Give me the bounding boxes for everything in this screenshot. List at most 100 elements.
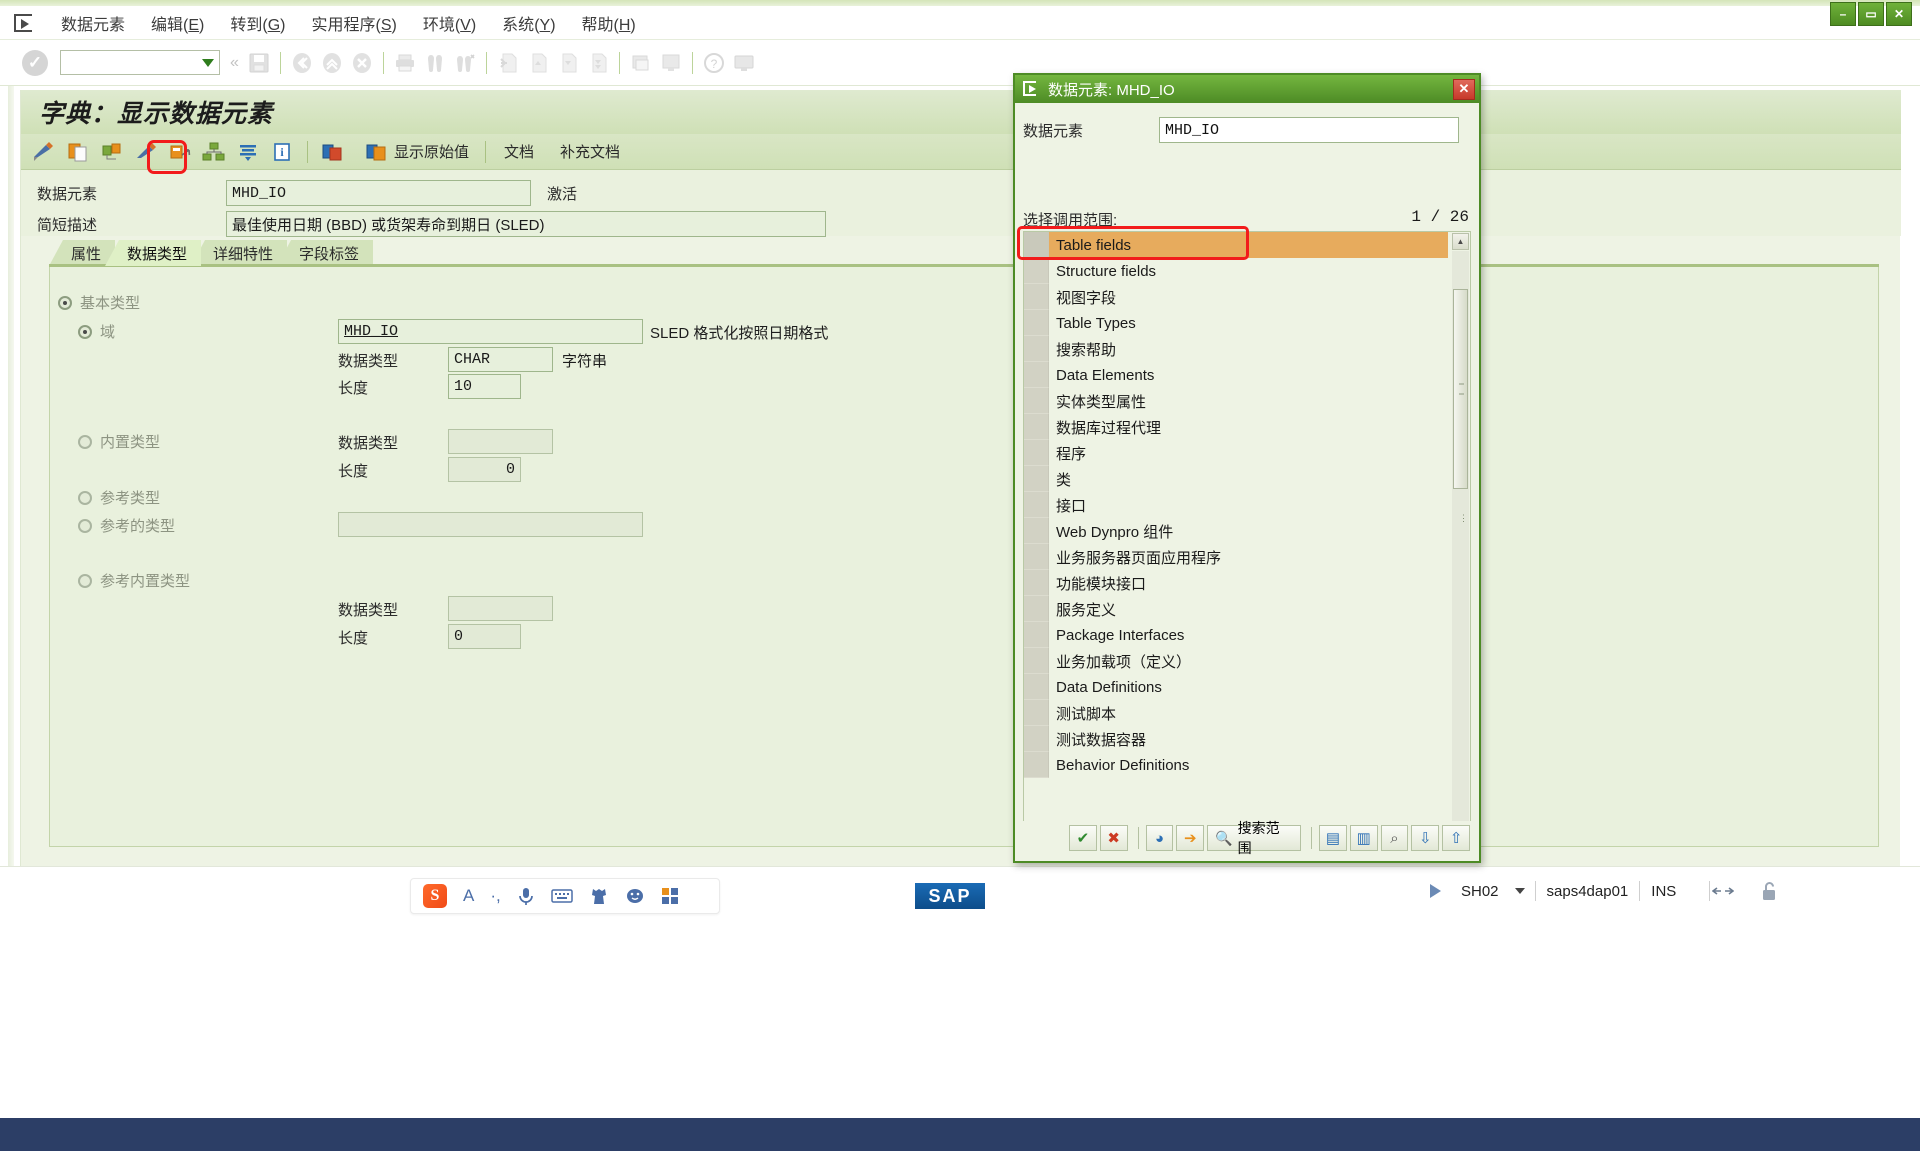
first-page-icon[interactable] bbox=[495, 50, 521, 76]
command-field[interactable] bbox=[60, 50, 220, 75]
execute-button[interactable]: ➔ bbox=[1176, 825, 1205, 851]
help-icon[interactable]: ? bbox=[701, 50, 727, 76]
minimize-button[interactable]: – bbox=[1830, 2, 1856, 26]
create-shortcut-icon[interactable] bbox=[658, 50, 684, 76]
create-session-icon[interactable] bbox=[628, 50, 654, 76]
dialog-title-bar[interactable]: 数据元素: MHD_IO ✕ bbox=[1015, 75, 1479, 103]
last-page-icon[interactable] bbox=[585, 50, 611, 76]
copy-icon[interactable] bbox=[63, 138, 93, 166]
reference-builtin-type-radio[interactable] bbox=[78, 573, 92, 588]
menu-item-environment[interactable]: 环境(V) bbox=[410, 9, 489, 37]
sort-desc-button[interactable]: ⇧ bbox=[1442, 825, 1470, 851]
list-item[interactable]: 实体类型属性 bbox=[1024, 388, 1448, 414]
elementary-type-radio[interactable] bbox=[58, 295, 72, 310]
tab-field-labels[interactable]: 字段标签 bbox=[277, 240, 374, 266]
short-description-input[interactable]: 最佳使用日期 (BBD) 或货架寿命到期日 (SLED) bbox=[226, 211, 826, 237]
list-scrollbar[interactable]: ▲ ▼ bbox=[1452, 233, 1469, 851]
keyboard-icon[interactable] bbox=[550, 888, 573, 904]
row-selector[interactable] bbox=[1024, 674, 1049, 700]
cancel-icon[interactable] bbox=[349, 50, 375, 76]
list-item[interactable]: Data Elements bbox=[1024, 362, 1448, 388]
deselect-all-button[interactable]: ▥ bbox=[1349, 825, 1378, 851]
activate-icon[interactable] bbox=[233, 138, 263, 166]
ime-logo-icon[interactable]: S bbox=[423, 884, 447, 908]
mic-icon[interactable] bbox=[517, 886, 535, 906]
reference-to-radio-row[interactable]: 参考的类型 bbox=[78, 515, 175, 536]
ime-punctuation-icon[interactable]: ·, bbox=[490, 886, 500, 906]
row-selector[interactable] bbox=[1024, 752, 1049, 778]
list-item[interactable]: Package Interfaces bbox=[1024, 622, 1448, 648]
save-icon[interactable] bbox=[246, 50, 272, 76]
collapse-toolbar-icon[interactable]: « bbox=[230, 54, 239, 72]
row-selector[interactable] bbox=[1024, 440, 1049, 466]
domain-input[interactable]: MHD_IO bbox=[338, 319, 643, 344]
row-selector[interactable] bbox=[1024, 726, 1049, 752]
row-selector[interactable] bbox=[1024, 284, 1049, 310]
menu-item-goto[interactable]: 转到(G) bbox=[217, 9, 298, 37]
row-selector[interactable] bbox=[1024, 648, 1049, 674]
change-icon[interactable] bbox=[131, 138, 161, 166]
display-original-values-button[interactable]: 显示原始值 bbox=[350, 138, 477, 166]
find-icon[interactable] bbox=[422, 50, 448, 76]
search-scope-button[interactable]: 🔍 搜索范围 bbox=[1207, 820, 1302, 856]
list-item[interactable]: Data Definitions bbox=[1024, 674, 1448, 700]
find-button[interactable]: ⌕ bbox=[1380, 825, 1409, 851]
list-item[interactable]: 数据库过程代理 bbox=[1024, 414, 1448, 440]
domain-datatype-input[interactable]: CHAR bbox=[448, 347, 553, 372]
menu-item-system[interactable]: 系统(Y) bbox=[489, 9, 568, 37]
row-selector[interactable] bbox=[1024, 596, 1049, 622]
domain-length-input[interactable]: 10 bbox=[448, 374, 521, 399]
close-button[interactable]: ✕ bbox=[1886, 2, 1912, 26]
builtin-length-input[interactable]: 0 bbox=[448, 457, 521, 482]
row-selector[interactable] bbox=[1024, 700, 1049, 726]
list-item[interactable]: 业务加载项（定义） bbox=[1024, 648, 1448, 674]
dress-icon[interactable] bbox=[589, 886, 609, 906]
scope-list[interactable]: Table fields Structure fields 视图字段 Table… bbox=[1023, 231, 1471, 853]
confirm-button[interactable]: ✔ bbox=[1069, 825, 1097, 851]
builtin-type-radio-row[interactable]: 内置类型 bbox=[78, 431, 160, 452]
row-selector[interactable] bbox=[1024, 258, 1049, 284]
domain-radio[interactable] bbox=[78, 324, 92, 339]
scrollbar-thumb[interactable] bbox=[1453, 289, 1468, 489]
where-used-list-icon[interactable] bbox=[165, 138, 195, 166]
select-all-button[interactable]: ▤ bbox=[1319, 825, 1347, 851]
enter-check-icon[interactable]: ✓ bbox=[22, 49, 48, 76]
list-item[interactable]: 视图字段 bbox=[1024, 284, 1448, 310]
reference-to-input[interactable] bbox=[338, 512, 643, 537]
list-item[interactable]: 类 bbox=[1024, 466, 1448, 492]
row-selector[interactable] bbox=[1024, 570, 1049, 596]
tab-attributes[interactable]: 属性 bbox=[49, 240, 116, 266]
clock-button[interactable]: ◕ bbox=[1145, 825, 1174, 851]
row-selector[interactable] bbox=[1024, 466, 1049, 492]
reference-builtin-datatype-input[interactable] bbox=[448, 596, 553, 621]
reference-type-radio-row[interactable]: 参考类型 bbox=[78, 487, 160, 508]
chevron-down-icon[interactable] bbox=[1514, 888, 1525, 894]
status-session[interactable]: SH02 bbox=[1450, 883, 1510, 900]
next-page-icon[interactable] bbox=[555, 50, 581, 76]
list-item[interactable]: 接口 bbox=[1024, 492, 1448, 518]
list-item[interactable]: 搜索帮助 bbox=[1024, 336, 1448, 362]
back-icon[interactable] bbox=[289, 50, 315, 76]
maximize-button[interactable]: ▭ bbox=[1858, 2, 1884, 26]
display-change-icon[interactable] bbox=[29, 138, 59, 166]
reference-type-radio[interactable] bbox=[78, 490, 92, 505]
row-selector[interactable] bbox=[1024, 362, 1049, 388]
list-item[interactable]: Web Dynpro 组件 bbox=[1024, 518, 1448, 544]
builtin-datatype-input[interactable] bbox=[448, 429, 553, 454]
info-icon[interactable]: i bbox=[267, 138, 297, 166]
list-item[interactable]: 程序 bbox=[1024, 440, 1448, 466]
list-item[interactable]: 业务服务器页面应用程序 bbox=[1024, 544, 1448, 570]
list-item[interactable]: Structure fields bbox=[1024, 258, 1448, 284]
row-selector[interactable] bbox=[1024, 544, 1049, 570]
row-selector[interactable] bbox=[1024, 492, 1049, 518]
menu-item-edit[interactable]: 编辑(E) bbox=[138, 9, 217, 37]
reference-builtin-length-input[interactable]: 0 bbox=[448, 624, 521, 649]
emoji-icon[interactable] bbox=[625, 886, 645, 906]
sort-asc-button[interactable]: ⇩ bbox=[1411, 825, 1440, 851]
customize-local-layout-icon[interactable] bbox=[731, 50, 757, 76]
supplementary-documentation-button[interactable]: 补充文档 bbox=[556, 141, 628, 162]
list-item[interactable]: 服务定义 bbox=[1024, 596, 1448, 622]
cancel-button[interactable]: ✖ bbox=[1099, 825, 1128, 851]
chevron-down-icon[interactable] bbox=[202, 58, 214, 67]
row-selector[interactable] bbox=[1024, 336, 1049, 362]
